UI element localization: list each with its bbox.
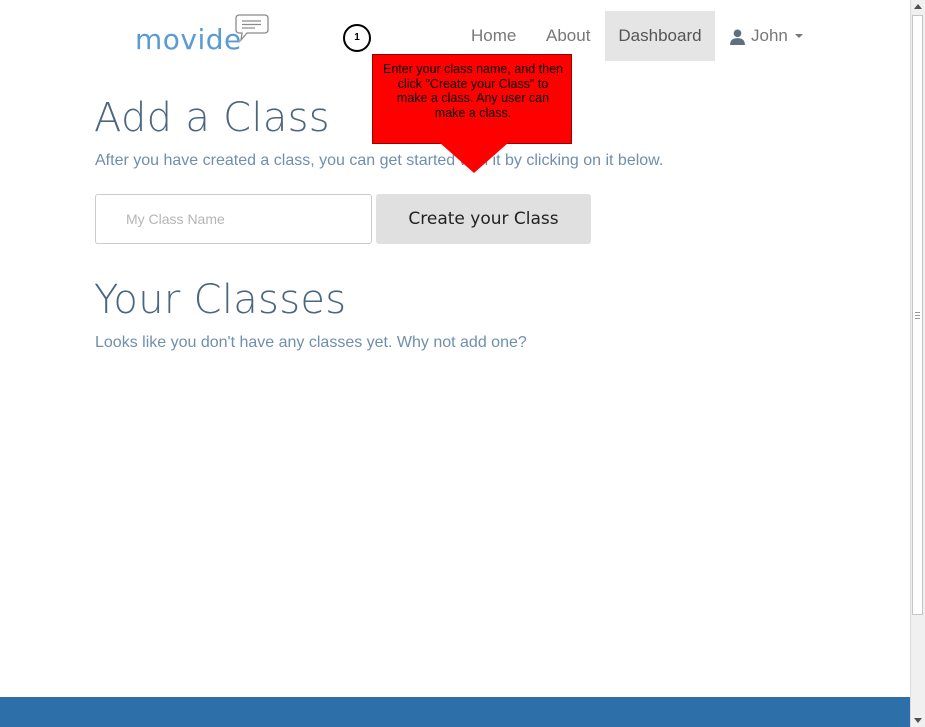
nav-home-link[interactable]: Home	[471, 12, 516, 60]
create-class-button[interactable]: Create your Class	[376, 194, 591, 244]
arrow-up-icon	[914, 4, 922, 9]
navbar: movide Home About Dashboard John	[0, 0, 910, 62]
footer-bar	[0, 697, 910, 727]
user-name: John	[751, 26, 788, 45]
user-menu-toggle[interactable]: John	[729, 12, 803, 60]
add-class-heading: Add a Class	[94, 95, 330, 141]
callout-text: Enter your class name, and then click "C…	[383, 62, 563, 120]
user-icon	[730, 28, 745, 45]
step-marker-badge: 1	[343, 24, 371, 52]
your-classes-heading: Your Classes	[94, 277, 347, 323]
tutorial-callout: Enter your class name, and then click "C…	[372, 54, 572, 144]
speech-bubble-icon	[235, 14, 269, 43]
nav-about-link[interactable]: About	[546, 12, 590, 60]
empty-classes-message: Looks like you don't have any classes ye…	[95, 334, 527, 351]
nav-dashboard-link[interactable]: Dashboard	[605, 11, 715, 61]
arrow-down-icon	[914, 718, 922, 723]
page: movide Home About Dashboard John Add a C…	[0, 0, 925, 727]
class-name-input[interactable]	[95, 194, 372, 244]
grip-icon	[915, 312, 920, 319]
add-class-description: After you have created a class, you can …	[95, 152, 664, 169]
vertical-scrollbar[interactable]	[910, 0, 925, 727]
brand-logo[interactable]: movide	[135, 24, 242, 56]
scroll-up-button[interactable]	[911, 0, 925, 14]
scroll-thumb[interactable]	[912, 15, 923, 615]
scroll-down-button[interactable]	[911, 713, 925, 727]
brand-name: movide	[135, 23, 242, 56]
callout-pointer	[440, 143, 508, 173]
caret-down-icon	[794, 34, 803, 38]
